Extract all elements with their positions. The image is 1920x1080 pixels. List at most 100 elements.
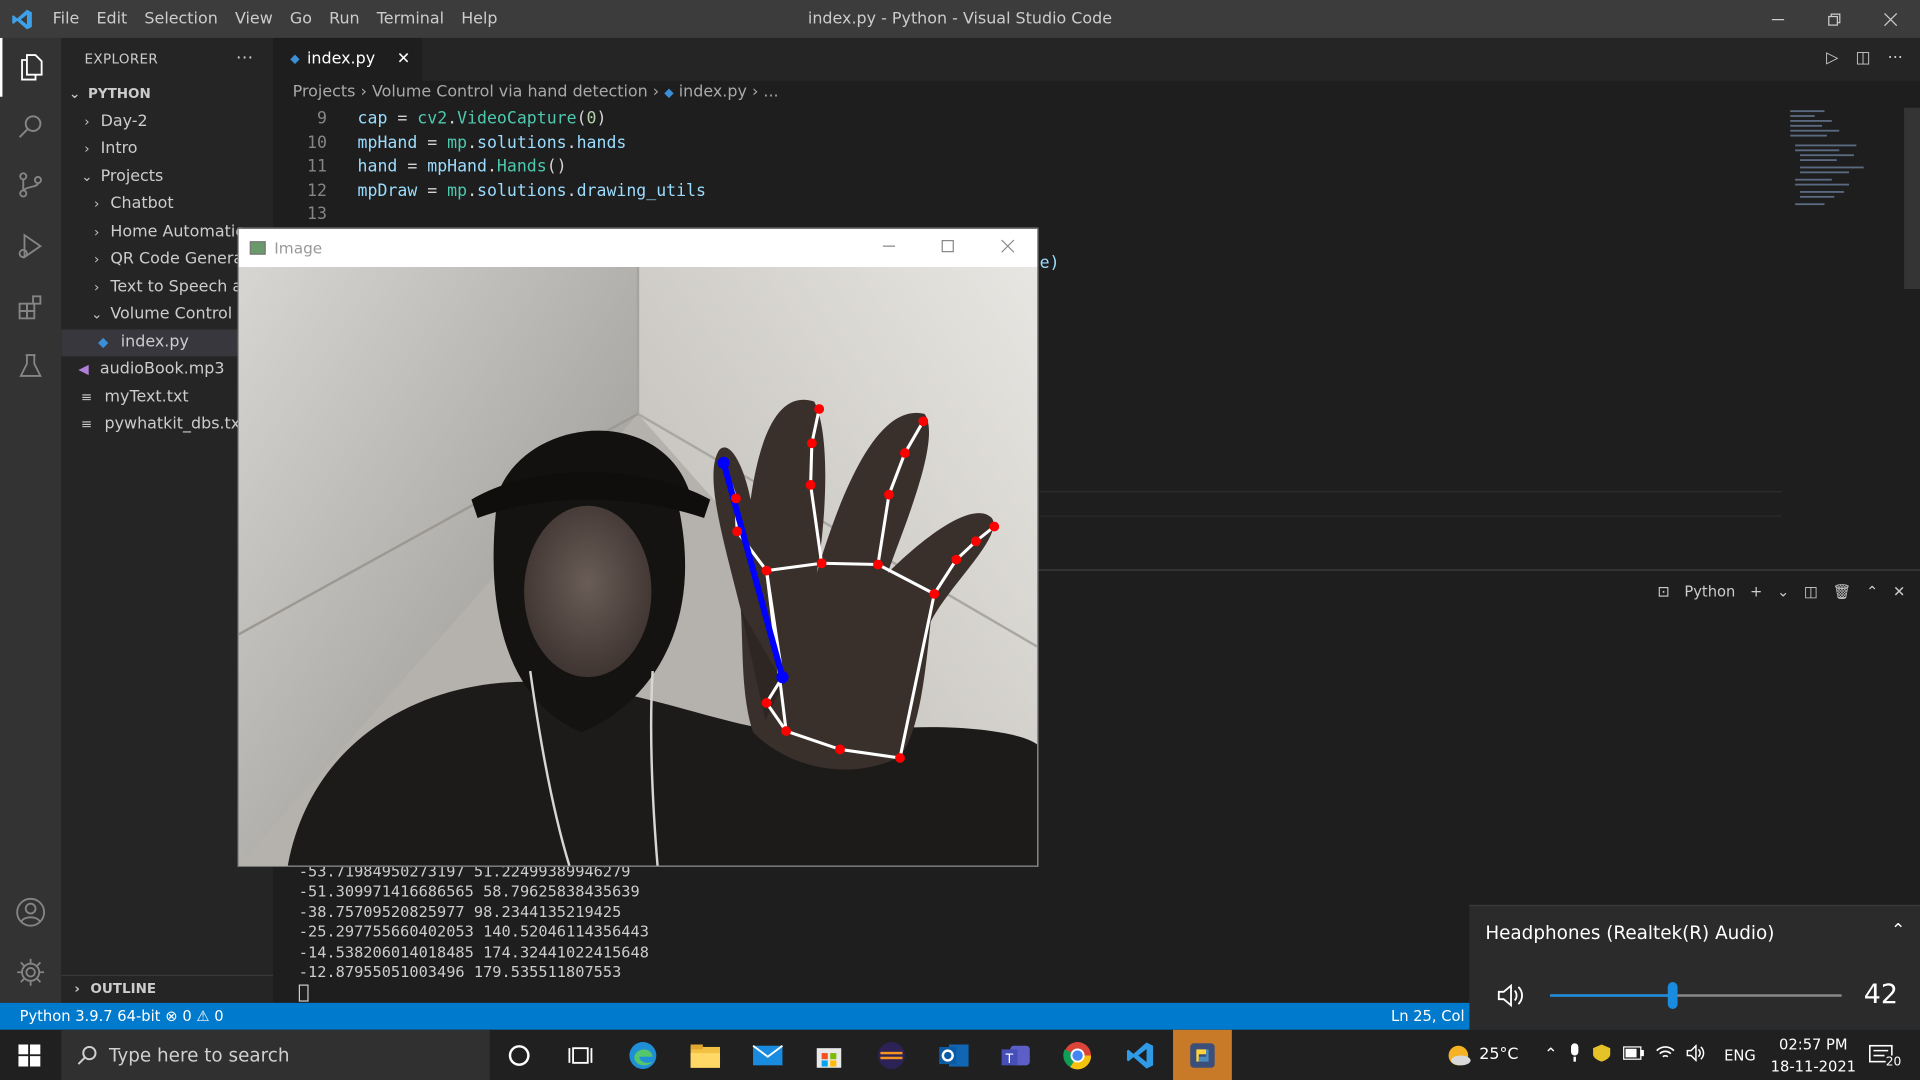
menu-run[interactable]: Run <box>321 0 369 38</box>
menu-selection[interactable]: Selection <box>136 0 227 38</box>
menu-terminal[interactable]: Terminal <box>368 0 452 38</box>
terminal-output[interactable]: -53.71984950273197 51.22499389946279 -51… <box>298 862 649 1002</box>
cortana-icon[interactable] <box>490 1030 549 1080</box>
microphone-icon[interactable] <box>1568 1042 1580 1067</box>
svg-text:T: T <box>1005 1050 1013 1065</box>
extensions-icon[interactable] <box>0 278 61 337</box>
edge-browser-icon[interactable] <box>613 1030 672 1080</box>
explorer-header: EXPLORER ··· <box>61 38 273 81</box>
menu-edit[interactable]: Edit <box>88 0 136 38</box>
accounts-icon[interactable] <box>0 883 61 942</box>
windows-start-icon[interactable] <box>0 1030 59 1080</box>
clock-time: 02:57 PM <box>1779 1035 1848 1053</box>
testing-flask-icon[interactable] <box>0 337 61 396</box>
language-indicator[interactable]: ENG <box>1724 1030 1756 1080</box>
python-taskbar-icon[interactable] <box>1173 1029 1232 1080</box>
breadcrumb-item[interactable]: Projects <box>293 83 356 101</box>
folder-label: Volume Control v <box>110 304 247 324</box>
vscode-taskbar-icon[interactable] <box>1111 1030 1170 1080</box>
code-editor[interactable]: 9 cap = cv2.VideoCapture(0) 10 mpHand = mp… <box>273 108 1779 227</box>
folder-day-2[interactable]: › Day-2 <box>61 109 273 136</box>
cursor-position[interactable]: Ln 25, Col 1 <box>1391 1003 1479 1030</box>
maximize-panel-icon[interactable]: ⌃ <box>1866 583 1878 600</box>
python-interpreter[interactable]: Python 3.9.7 64-bit <box>20 1003 161 1030</box>
divider <box>1039 515 1782 517</box>
menu-view[interactable]: View <box>226 0 281 38</box>
chevron-up-icon[interactable]: ⌃ <box>1544 1046 1557 1064</box>
notifications-button[interactable]: 20 <box>1869 1030 1902 1080</box>
close-tab-icon[interactable]: ✕ <box>397 50 410 68</box>
more-actions-icon[interactable]: ··· <box>236 49 253 69</box>
more-actions-icon[interactable]: ··· <box>1888 49 1903 67</box>
volume-slider-thumb[interactable] <box>1667 982 1678 1009</box>
explorer-files-icon[interactable] <box>0 37 61 97</box>
folder-projects[interactable]: ⌄ Projects <box>61 164 273 191</box>
python-file-icon: ◆ <box>664 86 674 101</box>
text-file-icon: ≡ <box>80 389 93 406</box>
tab-index-py[interactable]: ◆ index.py ✕ <box>273 37 423 81</box>
outlook-icon[interactable] <box>924 1030 983 1080</box>
chevron-right-icon: › <box>652 83 665 102</box>
run-debug-icon[interactable] <box>0 217 61 276</box>
close-icon[interactable] <box>1000 239 1015 257</box>
battery-icon[interactable] <box>1622 1045 1644 1065</box>
run-file-icon[interactable]: ▷ <box>1826 49 1838 67</box>
breadcrumb-item[interactable]: Volume Control via hand detection <box>372 83 648 101</box>
menu-go[interactable]: Go <box>281 0 320 38</box>
chevron-up-icon[interactable]: ⌃ <box>1891 921 1905 941</box>
trash-icon[interactable]: 🗑 <box>1833 583 1852 600</box>
vpn-shield-icon[interactable] <box>1592 1043 1612 1067</box>
split-editor-icon[interactable]: ◫ <box>1855 49 1870 67</box>
folder-intro[interactable]: › Intro <box>61 136 273 163</box>
audio-device-name[interactable]: Headphones (Realtek(R) Audio) <box>1485 922 1774 944</box>
maximize-icon[interactable] <box>940 239 955 257</box>
close-panel-icon[interactable]: ✕ <box>1893 583 1905 600</box>
volume-flyout: Headphones (Realtek(R) Audio) ⌃ 42 <box>1469 904 1920 1030</box>
close-window-button[interactable] <box>1862 0 1918 38</box>
task-view-icon[interactable] <box>551 1030 610 1080</box>
minimize-button[interactable] <box>1750 0 1806 38</box>
chevron-right-icon: › <box>84 140 90 157</box>
speaker-icon[interactable] <box>1496 982 1528 1014</box>
breadcrumb-item[interactable]: ... <box>763 83 778 101</box>
volume-slider[interactable] <box>1550 982 1842 1009</box>
editor-scrollbar[interactable] <box>1904 107 1920 289</box>
opencv-image-window[interactable]: Image <box>237 227 1039 867</box>
eclipse-icon[interactable] <box>862 1030 921 1080</box>
file-explorer-icon[interactable] <box>676 1030 735 1080</box>
taskbar-search-box[interactable]: Type here to search <box>61 1029 490 1080</box>
menu-file[interactable]: File <box>44 0 88 38</box>
teams-icon[interactable]: T <box>987 1030 1046 1080</box>
folder-label: QR Code Generat <box>110 249 250 269</box>
store-icon[interactable] <box>800 1030 859 1080</box>
chevron-right-icon: › <box>94 195 100 212</box>
source-control-icon[interactable] <box>0 156 61 215</box>
restore-button[interactable] <box>1806 0 1862 38</box>
breadcrumb-item[interactable]: index.py <box>679 83 747 101</box>
settings-gear-icon[interactable] <box>0 943 61 1002</box>
problems-indicator[interactable]: ⊗ 0 ⚠ 0 <box>165 1003 223 1030</box>
python-file-icon: ◆ <box>290 52 300 67</box>
outline-section[interactable]: › OUTLINE <box>61 974 274 1002</box>
new-terminal-icon[interactable]: + <box>1750 583 1762 600</box>
folder-chatbot[interactable]: › Chatbot <box>61 191 273 218</box>
chevron-down-icon[interactable]: ⌄ <box>1777 583 1789 600</box>
mail-icon[interactable] <box>738 1030 797 1080</box>
folder-label: Day-2 <box>100 112 148 132</box>
minimize-icon[interactable] <box>882 239 897 257</box>
minimap[interactable] <box>1783 108 1903 218</box>
audio-file-icon: ◀ <box>78 361 89 378</box>
volume-tray-icon[interactable] <box>1686 1043 1706 1066</box>
weather-temperature: 25°C <box>1479 1045 1519 1065</box>
menu-help[interactable]: Help <box>453 0 506 38</box>
editor-actions: ▷ ◫ ··· <box>1826 49 1903 67</box>
chrome-icon[interactable] <box>1048 1030 1107 1080</box>
cv-title-bar[interactable]: Image <box>238 228 1038 267</box>
split-terminal-icon[interactable]: ◫ <box>1804 583 1818 600</box>
wifi-icon[interactable] <box>1655 1044 1675 1066</box>
search-icon[interactable] <box>0 97 61 156</box>
workspace-root[interactable]: ⌄ PYTHON <box>61 81 273 108</box>
clock[interactable]: 02:57 PM 18-11-2021 <box>1771 1030 1856 1080</box>
weather-widget[interactable]: 25°C <box>1445 1030 1519 1080</box>
terminal-profile[interactable]: Python <box>1684 583 1735 600</box>
